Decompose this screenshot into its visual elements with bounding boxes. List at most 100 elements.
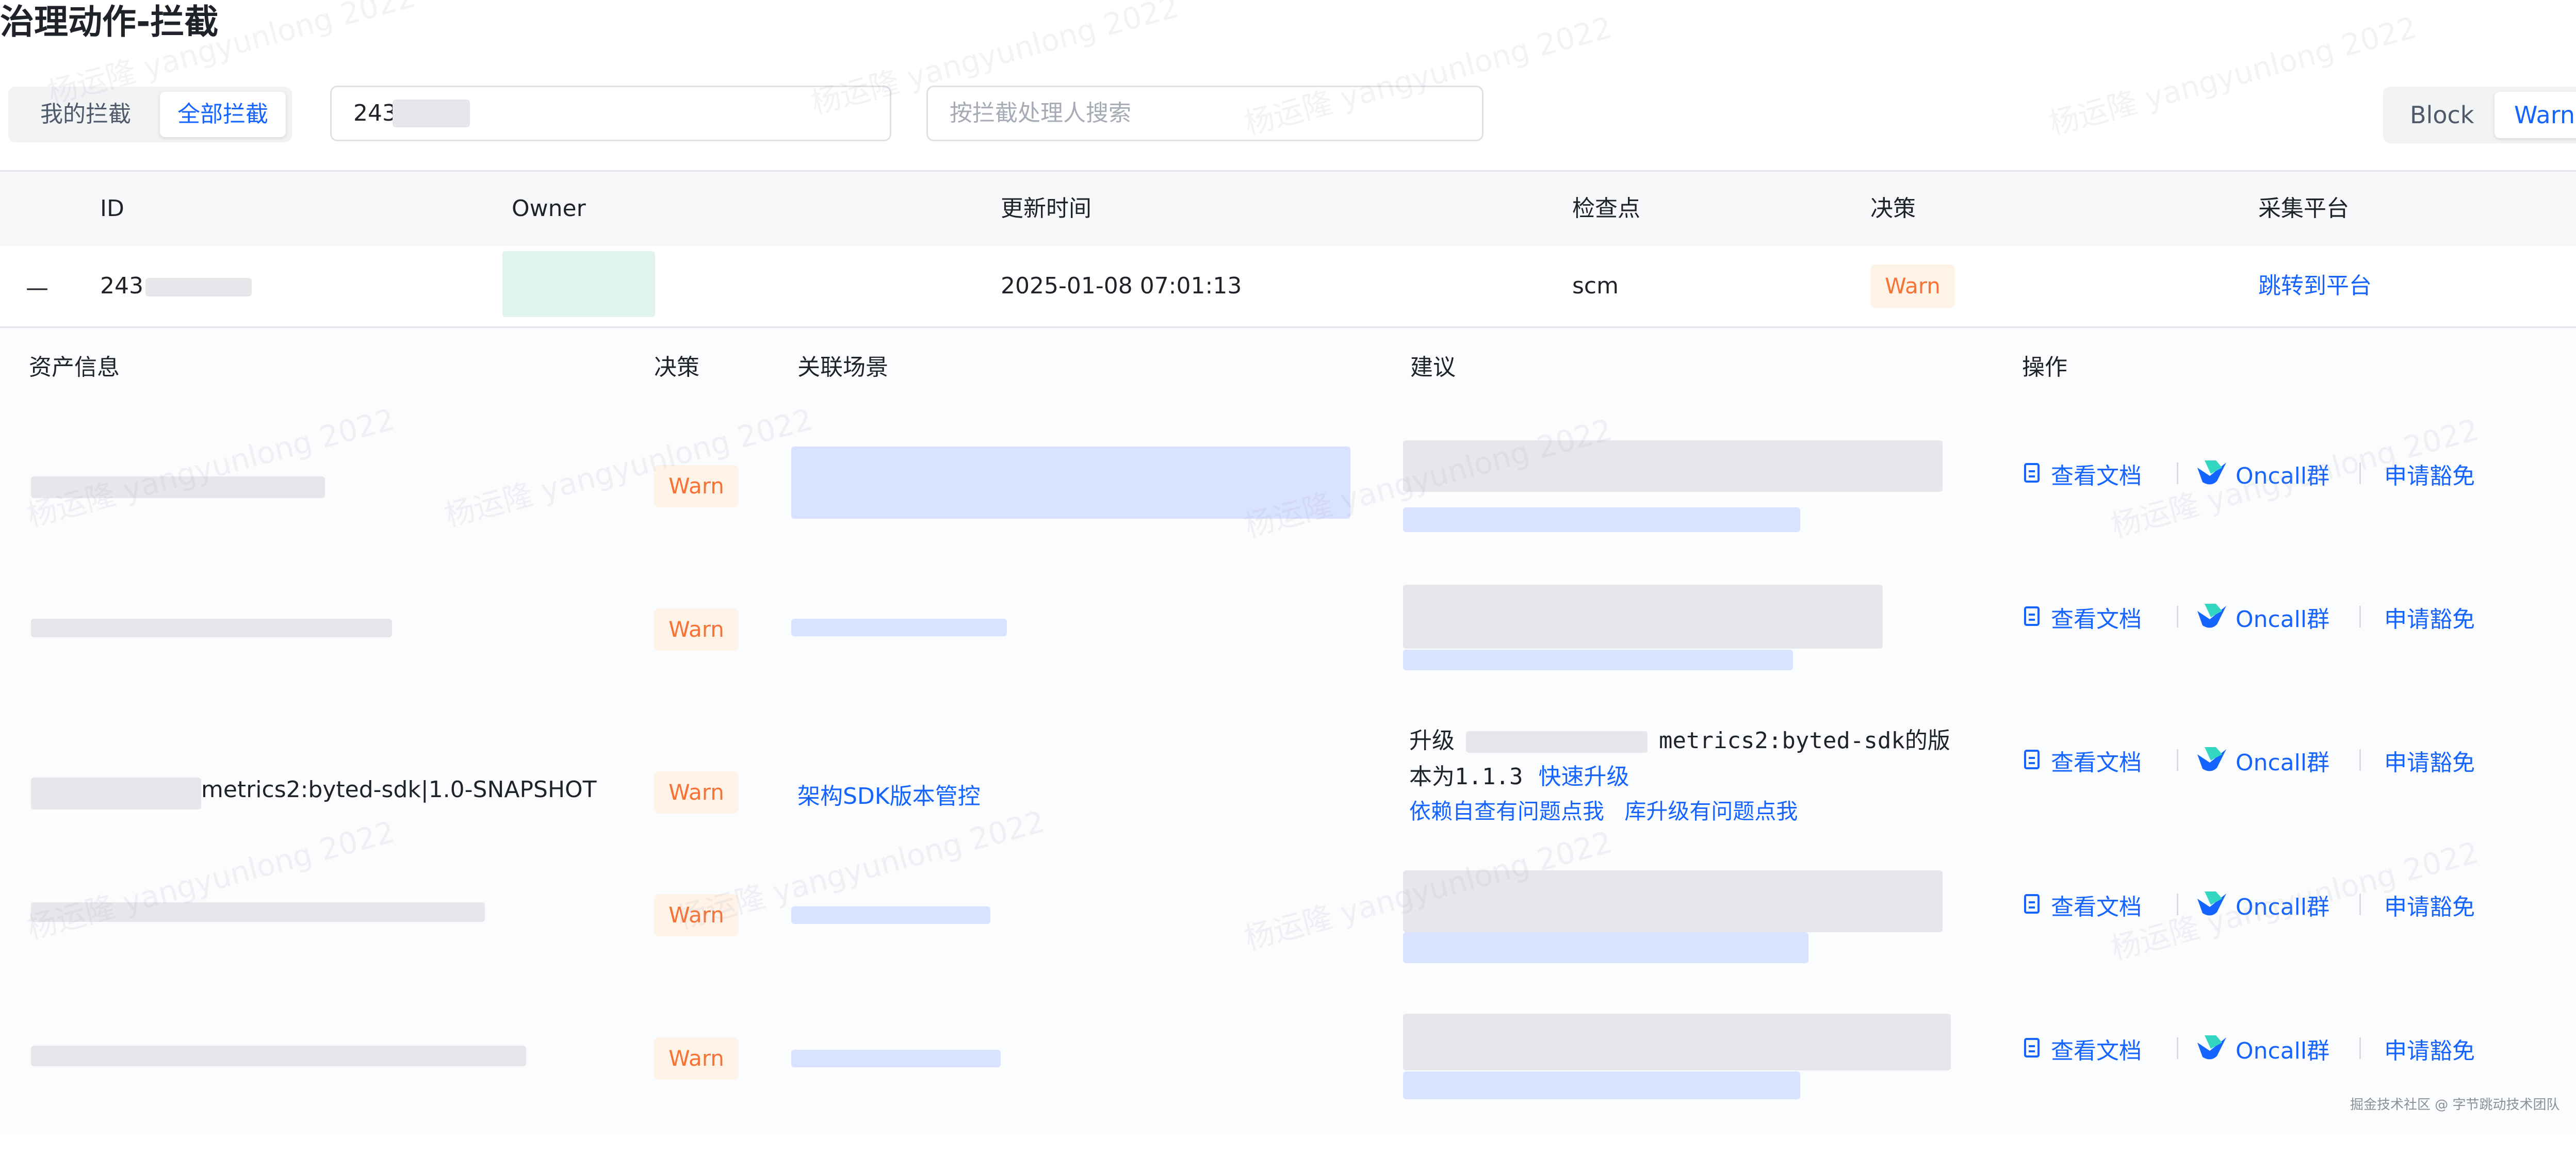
redacted-text xyxy=(145,278,252,296)
divider xyxy=(2359,606,2361,627)
redacted-scene xyxy=(791,619,1007,636)
row-actions: 查看文档 Oncall群 申请豁免 xyxy=(2022,1032,2569,1065)
row-actions: 查看文档 Oncall群 申请豁免 xyxy=(2022,457,2569,490)
table-row: — 243 2025-01-08 07:01:13 scm Warn 跳转到平台 xyxy=(0,246,2576,328)
column-header-decision: 决策 xyxy=(654,354,699,381)
scene-link[interactable]: 架构SDK版本管控 xyxy=(797,778,981,811)
redacted-text xyxy=(31,1046,526,1066)
toggle-warn[interactable]: Warn xyxy=(2495,92,2576,138)
footer-credit: 掘金技术社区 @ 字节跳动技术团队 xyxy=(2350,1097,2560,1113)
divider xyxy=(2359,463,2361,484)
column-header-decision: 决策 xyxy=(1870,195,1916,222)
jump-to-platform-link[interactable]: 跳转到平台 xyxy=(2258,246,2372,326)
document-icon xyxy=(2024,894,2040,914)
decision-badge: Warn xyxy=(654,771,739,814)
id-search-input[interactable]: 243 xyxy=(330,86,891,141)
redacted-suggestion xyxy=(1403,1014,1951,1070)
divider xyxy=(2359,894,2361,915)
redacted-text xyxy=(31,778,201,810)
handler-search-placeholder: 按拦截处理人搜索 xyxy=(950,100,1131,126)
suggestion-help-links: 依赖自查有问题点我 库升级有问题点我 xyxy=(1409,795,1798,828)
divider xyxy=(2177,463,2178,484)
row-checkpoint: scm xyxy=(1572,273,1619,299)
dependency-self-check-link[interactable]: 依赖自查有问题点我 xyxy=(1409,799,1604,824)
redacted-suggestion-link xyxy=(1403,650,1793,670)
decision-badge: Warn xyxy=(654,894,739,936)
apply-exemption-link[interactable]: 申请豁免 xyxy=(2384,888,2475,921)
library-upgrade-help-link[interactable]: 库升级有问题点我 xyxy=(1624,799,1798,824)
toggle-block[interactable]: Block xyxy=(2410,92,2474,138)
collapse-row-icon[interactable]: — xyxy=(26,248,48,328)
suggestion-text: 升级 metrics2:byted-sdk的版 xyxy=(1409,723,1950,759)
owner-avatar xyxy=(502,251,655,317)
oncall-group-link[interactable]: Oncall群 xyxy=(2236,744,2329,777)
suggestion-target: metrics2:byted-sdk的版 xyxy=(1659,728,1950,754)
oncall-group-link[interactable]: Oncall群 xyxy=(2236,888,2329,921)
column-header-updated-time: 更新时间 xyxy=(1001,195,1091,222)
handler-search-input[interactable]: 按拦截处理人搜索 xyxy=(926,86,1483,141)
row-actions: 查看文档 Oncall群 申请豁免 xyxy=(2022,888,2569,921)
column-header-suggestion: 建议 xyxy=(1410,354,1456,381)
redacted-text xyxy=(31,902,485,922)
apply-exemption-link[interactable]: 申请豁免 xyxy=(2384,1032,2475,1065)
feishu-bird-icon xyxy=(2197,891,2226,916)
redacted-scene xyxy=(791,906,990,924)
column-header-platform: 采集平台 xyxy=(2258,195,2349,222)
column-header-id: ID xyxy=(100,195,124,222)
redacted-text xyxy=(393,100,470,127)
divider xyxy=(2177,606,2178,627)
redacted-scene xyxy=(791,447,1350,519)
redacted-text xyxy=(1466,731,1648,753)
view-docs-link[interactable]: 查看文档 xyxy=(2051,601,2142,634)
column-header-actions: 操作 xyxy=(2022,354,2067,381)
decision-badge: Warn xyxy=(654,465,739,507)
suggestion-version: 本为1.1.3 xyxy=(1409,764,1523,790)
divider xyxy=(2359,749,2361,771)
page-title: 治理动作-拦截 xyxy=(0,2,219,42)
decision-badge: Warn xyxy=(654,608,739,651)
view-docs-link[interactable]: 查看文档 xyxy=(2051,1032,2142,1065)
scope-switch: 我的拦截 全部拦截 xyxy=(8,87,292,142)
decision-badge: Warn xyxy=(1870,265,1955,308)
oncall-group-link[interactable]: Oncall群 xyxy=(2236,457,2329,490)
divider xyxy=(2177,749,2178,771)
document-icon xyxy=(2024,1038,2040,1058)
redacted-suggestion-link xyxy=(1403,1071,1800,1099)
main-table-header: ID Owner 更新时间 检查点 决策 采集平台 xyxy=(0,170,2576,247)
expanded-detail-table: 资产信息 决策 关联场景 建议 操作 Warn Warn metrics2:by… xyxy=(0,328,2576,1134)
row-actions: 查看文档 Oncall群 申请豁免 xyxy=(2022,601,2569,634)
redacted-text xyxy=(31,619,392,637)
apply-exemption-link[interactable]: 申请豁免 xyxy=(2384,457,2475,490)
redacted-suggestion xyxy=(1403,585,1883,649)
view-docs-link[interactable]: 查看文档 xyxy=(2051,457,2142,490)
redacted-suggestion-link xyxy=(1403,932,1808,963)
document-icon xyxy=(2024,463,2040,483)
column-header-owner: Owner xyxy=(512,195,586,222)
redacted-scene xyxy=(791,1050,1001,1067)
view-docs-link[interactable]: 查看文档 xyxy=(2051,888,2142,921)
column-header-checkpoint: 检查点 xyxy=(1572,195,1640,222)
feishu-bird-icon xyxy=(2197,747,2226,771)
view-docs-link[interactable]: 查看文档 xyxy=(2051,744,2142,777)
redacted-text xyxy=(31,476,325,498)
apply-exemption-link[interactable]: 申请豁免 xyxy=(2384,744,2475,777)
oncall-group-link[interactable]: Oncall群 xyxy=(2236,1032,2329,1065)
feishu-bird-icon xyxy=(2197,604,2226,628)
oncall-group-link[interactable]: Oncall群 xyxy=(2236,601,2329,634)
tab-my-blocks[interactable]: 我的拦截 xyxy=(14,92,157,137)
divider xyxy=(2177,1037,2178,1059)
apply-exemption-link[interactable]: 申请豁免 xyxy=(2384,601,2475,634)
decision-toggle: Block Warn xyxy=(2383,87,2576,143)
column-header-scene: 关联场景 xyxy=(797,354,888,381)
column-header-asset: 资产信息 xyxy=(29,354,120,381)
id-input-value: 243 xyxy=(353,100,397,126)
asset-name: metrics2:byted-sdk|1.0-SNAPSHOT xyxy=(201,777,597,803)
redacted-suggestion-link xyxy=(1403,507,1800,532)
row-updated-time: 2025-01-08 07:01:13 xyxy=(1001,273,1242,299)
redacted-suggestion xyxy=(1403,870,1943,932)
watermark: 杨运隆 yangyunlong 2022 xyxy=(2045,9,2421,142)
feishu-bird-icon xyxy=(2197,1035,2226,1060)
tab-all-blocks[interactable]: 全部拦截 xyxy=(160,92,286,137)
row-actions: 查看文档 Oncall群 申请豁免 xyxy=(2022,744,2569,777)
quick-upgrade-link[interactable]: 快速升级 xyxy=(1538,764,1629,790)
